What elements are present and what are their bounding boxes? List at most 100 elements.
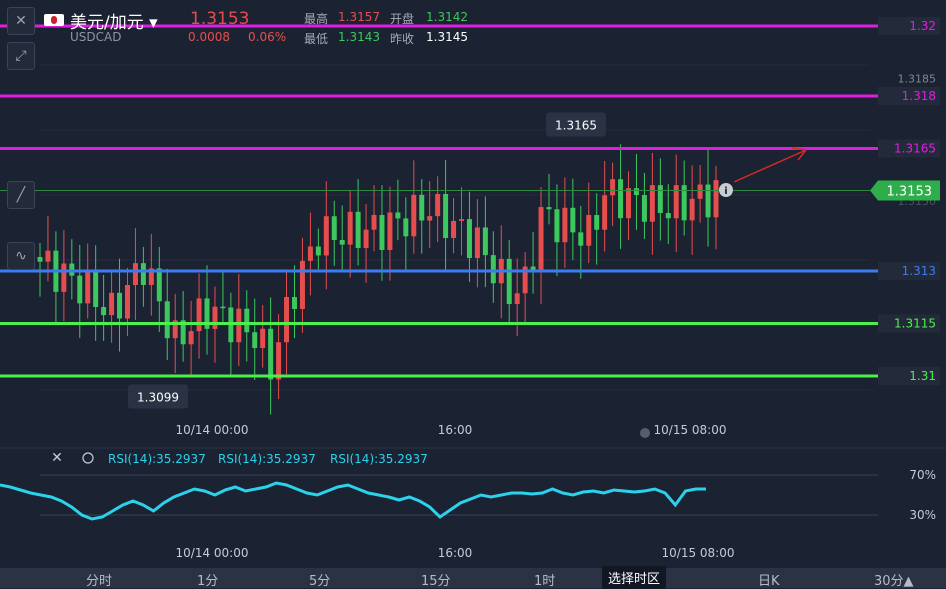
candle-body bbox=[196, 298, 202, 332]
candle-body bbox=[538, 207, 544, 270]
candle-body bbox=[443, 193, 449, 238]
level-label: 1.318 bbox=[902, 89, 936, 103]
candle-body bbox=[260, 328, 266, 349]
candle-body bbox=[220, 306, 226, 309]
timeframe-bar bbox=[0, 568, 946, 588]
candle-body bbox=[276, 342, 282, 380]
candle-body bbox=[45, 250, 51, 262]
flag-icon bbox=[44, 14, 64, 26]
candle-body bbox=[641, 195, 647, 222]
candle-body bbox=[140, 263, 146, 285]
candle-body bbox=[291, 297, 297, 309]
timeframe-tab[interactable]: 5分 bbox=[309, 570, 330, 589]
candle-body bbox=[268, 328, 274, 380]
x-tick: 10/14 00:00 bbox=[176, 546, 249, 560]
chevron-down-icon[interactable]: ▾ bbox=[149, 13, 158, 33]
candle-body bbox=[156, 268, 162, 302]
candle-body bbox=[594, 215, 600, 230]
background bbox=[0, 0, 946, 588]
change-pct: 0.06% bbox=[248, 30, 287, 44]
candle-body bbox=[363, 229, 369, 248]
candle-body bbox=[77, 275, 83, 304]
candle-body bbox=[379, 214, 385, 250]
candle-body bbox=[459, 219, 465, 221]
candle-body bbox=[657, 185, 663, 214]
level-label: 1.32 bbox=[909, 19, 936, 33]
level-label: 1.3165 bbox=[894, 142, 936, 156]
rsi-level: 30% bbox=[909, 508, 936, 522]
candle-body bbox=[307, 246, 313, 261]
candle-body bbox=[101, 307, 107, 316]
candle-body bbox=[299, 260, 305, 309]
candle-body bbox=[451, 220, 457, 238]
x-tick: 16:00 bbox=[438, 546, 473, 560]
current-price-label: 1.3153 bbox=[887, 185, 933, 200]
annotation-label: 1.3165 bbox=[555, 119, 597, 133]
candle-body bbox=[236, 308, 242, 343]
candle-body bbox=[435, 193, 441, 217]
x-tick: 10/14 00:00 bbox=[176, 423, 249, 437]
prev-label: 昨收 bbox=[390, 32, 415, 46]
chart-stage: 1.32 1.318 1.3165 1.313 1.3115 1.31 1.3185 1.31… bbox=[0, 0, 946, 588]
low-label: 最低 bbox=[304, 32, 329, 46]
timeframe-tab[interactable]: 15分 bbox=[421, 570, 451, 589]
candle-body bbox=[164, 301, 170, 339]
candle-body bbox=[562, 207, 568, 243]
high-value: 1.3157 bbox=[338, 10, 380, 24]
candle-body bbox=[705, 184, 711, 218]
candle-body bbox=[466, 219, 472, 259]
x-tick: 10/15 08:00 bbox=[654, 423, 727, 437]
timeframe-tab[interactable]: 1分 bbox=[197, 570, 218, 589]
candle-body bbox=[387, 212, 393, 250]
candle-body bbox=[252, 332, 258, 349]
candle-body bbox=[697, 184, 703, 199]
level-label: 1.313 bbox=[902, 264, 936, 278]
candle-body bbox=[419, 194, 425, 221]
draw-icon[interactable]: ╱ bbox=[7, 181, 35, 209]
level-label: 1.31 bbox=[909, 369, 936, 383]
clock-icon bbox=[640, 428, 650, 438]
low-value: 1.3143 bbox=[338, 30, 380, 44]
open-label: 开盘 bbox=[390, 12, 415, 26]
candle-body bbox=[371, 214, 377, 230]
candle-body bbox=[124, 285, 130, 319]
timeframe-tab[interactable]: 1时 bbox=[534, 570, 555, 589]
high-label: 最高 bbox=[304, 12, 329, 26]
timeframe-tab[interactable]: 分时 bbox=[86, 570, 112, 589]
candle-body bbox=[323, 216, 329, 256]
timeframe-tab[interactable]: 选择时区 bbox=[602, 566, 667, 589]
rsi-label: RSI(14):35.2937 bbox=[108, 452, 206, 466]
candle-body bbox=[347, 211, 353, 245]
timeframe-tab[interactable]: 30分▲ bbox=[874, 570, 914, 589]
rsi-level: 70% bbox=[909, 468, 936, 482]
candle-body bbox=[339, 239, 345, 245]
expand-icon[interactable]: ⤢ bbox=[7, 42, 35, 70]
candle-body bbox=[355, 211, 361, 248]
level-label: 1.3115 bbox=[894, 317, 936, 331]
timeframe-tab[interactable]: 日K bbox=[758, 570, 780, 589]
candle-body bbox=[546, 207, 552, 210]
candle-body bbox=[554, 209, 560, 243]
last-price: 1.3153 bbox=[190, 9, 250, 29]
candle-body bbox=[109, 292, 115, 316]
candle-body bbox=[427, 216, 433, 221]
x-tick: 10/15 08:00 bbox=[662, 546, 735, 560]
prev-value: 1.3145 bbox=[426, 30, 468, 44]
line-chart-icon[interactable]: ∿ bbox=[7, 242, 35, 270]
close-icon[interactable]: ✕ bbox=[7, 7, 35, 35]
candle-body bbox=[633, 188, 639, 196]
candle-body bbox=[117, 292, 123, 319]
candle-body bbox=[132, 263, 138, 286]
candle-body bbox=[689, 198, 695, 221]
candle-body bbox=[610, 179, 616, 196]
candle-body bbox=[506, 258, 512, 305]
candle-body bbox=[85, 272, 91, 304]
rsi-label: RSI(14):35.2937 bbox=[218, 452, 316, 466]
candle-body bbox=[188, 331, 194, 345]
candle-body bbox=[212, 306, 218, 329]
close-icon: ✕ bbox=[51, 450, 63, 466]
info-icon-glyph: i bbox=[724, 186, 727, 197]
candle-body bbox=[586, 215, 592, 246]
open-value: 1.3142 bbox=[426, 10, 468, 24]
candle-body bbox=[482, 227, 488, 256]
